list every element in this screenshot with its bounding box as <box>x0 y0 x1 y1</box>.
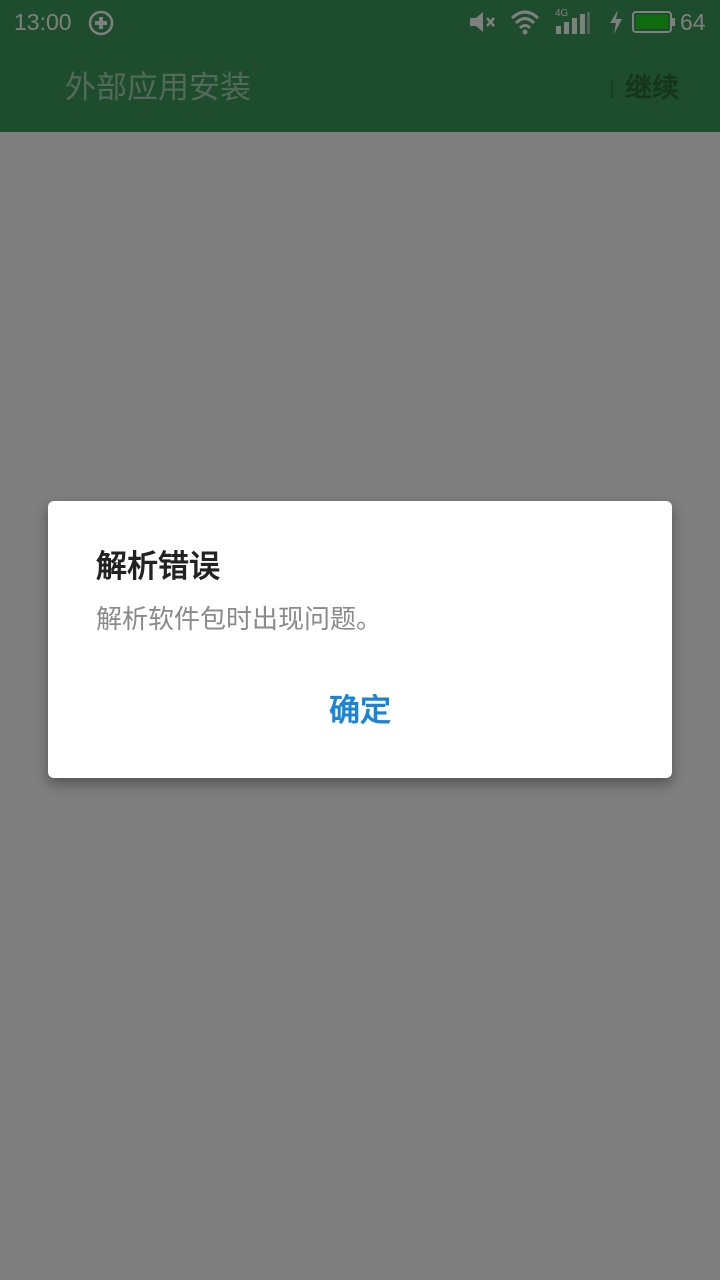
error-dialog: 解析错误 解析软件包时出现问题。 确定 <box>48 501 672 778</box>
dialog-message: 解析软件包时出现问题。 <box>96 605 383 635</box>
dialog-title: 解析错误 <box>96 549 220 585</box>
confirm-button[interactable]: 确定 <box>300 677 420 737</box>
